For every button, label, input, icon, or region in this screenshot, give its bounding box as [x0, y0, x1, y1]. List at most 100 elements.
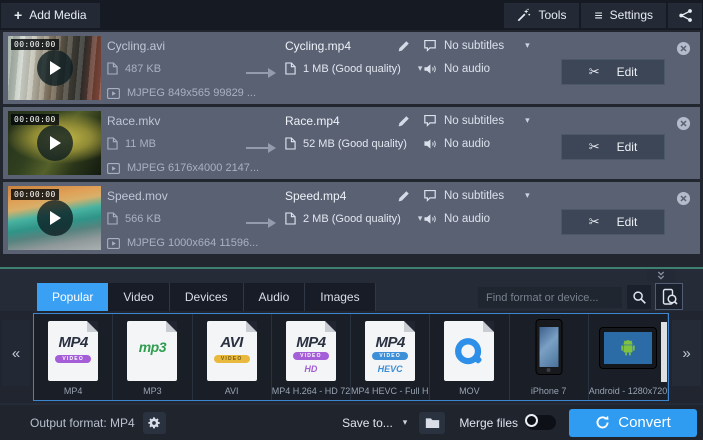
- android-screen: [604, 332, 652, 364]
- format-strip: MP4 VIDEO MP4 mp3 MP3 AVI VIDEO AVI MP4 …: [33, 313, 669, 401]
- video-thumbnail[interactable]: 00:00:00: [8, 186, 101, 250]
- source-filename: Cycling.avi: [107, 39, 165, 53]
- video-thumbnail[interactable]: 00:00:00: [8, 111, 101, 175]
- tab-popular[interactable]: Popular: [37, 283, 108, 311]
- format-item-mp4-hd[interactable]: MP4 VIDEO HD MP4 H.264 - HD 720p: [272, 314, 351, 400]
- subtitles-dropdown[interactable]: No subtitles ▾: [423, 114, 530, 127]
- file-icon: [285, 212, 296, 225]
- video-codec-icon: [107, 163, 120, 174]
- device-detect-button[interactable]: [655, 283, 683, 310]
- audio-text: No audio: [444, 138, 490, 150]
- remove-file-button[interactable]: [676, 191, 691, 206]
- convert-button[interactable]: Convert: [569, 409, 697, 437]
- share-icon: [678, 8, 693, 23]
- save-to-dropdown[interactable]: Save to... ▾: [342, 416, 407, 430]
- scissors-icon: ✂: [589, 214, 600, 230]
- audio-status: No audio: [423, 213, 490, 225]
- footer-bar: Output format: MP4 Save to... ▾ Merge fi…: [0, 405, 703, 440]
- tools-button[interactable]: Tools: [504, 3, 579, 28]
- audio-status: No audio: [423, 138, 490, 150]
- format-variant-text: HEVC: [365, 364, 415, 374]
- tab-label: Popular: [52, 290, 93, 304]
- chevron-down-icon: ▾: [525, 40, 530, 51]
- play-overlay-icon[interactable]: [37, 125, 73, 161]
- format-item-avi[interactable]: AVI VIDEO AVI: [193, 314, 272, 400]
- format-search-input[interactable]: [478, 287, 622, 308]
- target-size-dropdown[interactable]: 2 MB (Good quality) ▾: [285, 212, 422, 225]
- source-codec: MJPEG 6176x4000 2147...: [107, 162, 259, 174]
- source-codec-text: MJPEG 6176x4000 2147...: [127, 162, 259, 174]
- convert-label: Convert: [618, 414, 671, 431]
- scroll-right-button[interactable]: »: [672, 320, 701, 386]
- format-item-mp4-hevc[interactable]: MP4 VIDEO HEVC MP4 HEVC - Full HD 1...: [351, 314, 430, 400]
- footer-right-group: Save to... ▾ Merge files Convert: [342, 409, 703, 437]
- timestamp-badge: 00:00:00: [11, 39, 59, 50]
- format-item-mp4[interactable]: MP4 VIDEO MP4: [34, 314, 113, 400]
- play-overlay-icon[interactable]: [37, 50, 73, 86]
- target-size-dropdown[interactable]: 1 MB (Good quality) ▾: [285, 62, 422, 75]
- tab-label: Devices: [185, 290, 228, 304]
- magic-wand-icon: [517, 8, 531, 22]
- mov-file-icon: [444, 321, 494, 381]
- search-button[interactable]: [627, 285, 651, 309]
- rename-pencil-icon[interactable]: [397, 190, 410, 208]
- tab-video[interactable]: Video: [108, 283, 169, 311]
- gear-icon: [147, 416, 161, 430]
- media-row-cycling[interactable]: 00:00:00 Cycling.avi 487 KB MJPEG 849x56…: [3, 32, 700, 104]
- remove-file-button[interactable]: [676, 116, 691, 131]
- source-size: 566 KB: [107, 212, 161, 225]
- rename-pencil-icon[interactable]: [397, 40, 410, 58]
- format-item-android[interactable]: Android - 1280x720: [589, 314, 668, 400]
- source-size: 11 MB: [107, 137, 156, 150]
- plus-icon: +: [14, 8, 22, 22]
- format-item-mp3[interactable]: mp3 MP3: [113, 314, 192, 400]
- remove-file-button[interactable]: [676, 41, 691, 56]
- merge-files-toggle[interactable]: [526, 415, 556, 430]
- merge-files-label: Merge files: [459, 416, 518, 430]
- subtitles-dropdown[interactable]: No subtitles ▾: [423, 189, 530, 202]
- play-overlay-icon[interactable]: [37, 200, 73, 236]
- media-row-race[interactable]: 00:00:00 Race.mkv 11 MB MJPEG 6176x4000 …: [3, 107, 700, 179]
- tab-images[interactable]: Images: [305, 283, 375, 311]
- hamburger-icon: ≡: [594, 8, 602, 22]
- media-row-speed[interactable]: 00:00:00 Speed.mov 566 KB MJPEG 1000x664…: [3, 182, 700, 254]
- edit-button[interactable]: ✂ Edit: [561, 209, 665, 235]
- file-icon: [107, 62, 118, 75]
- save-to-label: Save to...: [342, 416, 393, 430]
- output-settings-button[interactable]: [143, 412, 166, 434]
- tab-label: Video: [123, 290, 153, 304]
- video-thumbnail[interactable]: 00:00:00: [8, 36, 101, 100]
- edit-button[interactable]: ✂ Edit: [561, 134, 665, 160]
- share-button[interactable]: [668, 3, 702, 28]
- tab-audio[interactable]: Audio: [244, 283, 306, 311]
- format-label: MP4 HEVC - Full HD 1...: [351, 386, 429, 396]
- mp4-hevc-file-icon: MP4 VIDEO HEVC: [365, 321, 415, 381]
- format-item-iphone7[interactable]: iPhone 7: [510, 314, 589, 400]
- format-doc-text: mp3: [127, 339, 177, 355]
- format-item-mov[interactable]: MOV: [430, 314, 509, 400]
- tab-devices[interactable]: Devices: [170, 283, 244, 311]
- file-icon: [107, 212, 118, 225]
- android-tablet-icon: [599, 327, 657, 369]
- toolbar-right-group: Tools ≡ Settings: [503, 1, 703, 30]
- video-codec-icon: [107, 238, 120, 249]
- subtitles-dropdown[interactable]: No subtitles ▾: [423, 39, 530, 52]
- scroll-left-button[interactable]: «: [2, 320, 30, 386]
- settings-label: Settings: [610, 8, 653, 22]
- refresh-icon: [595, 415, 610, 430]
- iphone-screen: [539, 327, 558, 367]
- source-size-text: 487 KB: [125, 63, 161, 75]
- chevron-down-icon: ▾: [525, 115, 530, 126]
- target-size-dropdown[interactable]: 52 MB (Good quality) ▾: [285, 137, 428, 150]
- folder-icon: [425, 417, 440, 429]
- format-tab-bar: Popular Video Devices Audio Images: [37, 283, 376, 311]
- add-media-button[interactable]: + Add Media: [1, 3, 100, 28]
- open-folder-button[interactable]: [419, 412, 445, 434]
- edit-label: Edit: [617, 65, 638, 79]
- collapse-panel-button[interactable]: [647, 269, 675, 282]
- format-doc-text: MP4: [48, 334, 98, 351]
- settings-button[interactable]: ≡ Settings: [581, 3, 666, 28]
- rename-pencil-icon[interactable]: [397, 115, 410, 133]
- edit-button[interactable]: ✂ Edit: [561, 59, 665, 85]
- audio-text: No audio: [444, 213, 490, 225]
